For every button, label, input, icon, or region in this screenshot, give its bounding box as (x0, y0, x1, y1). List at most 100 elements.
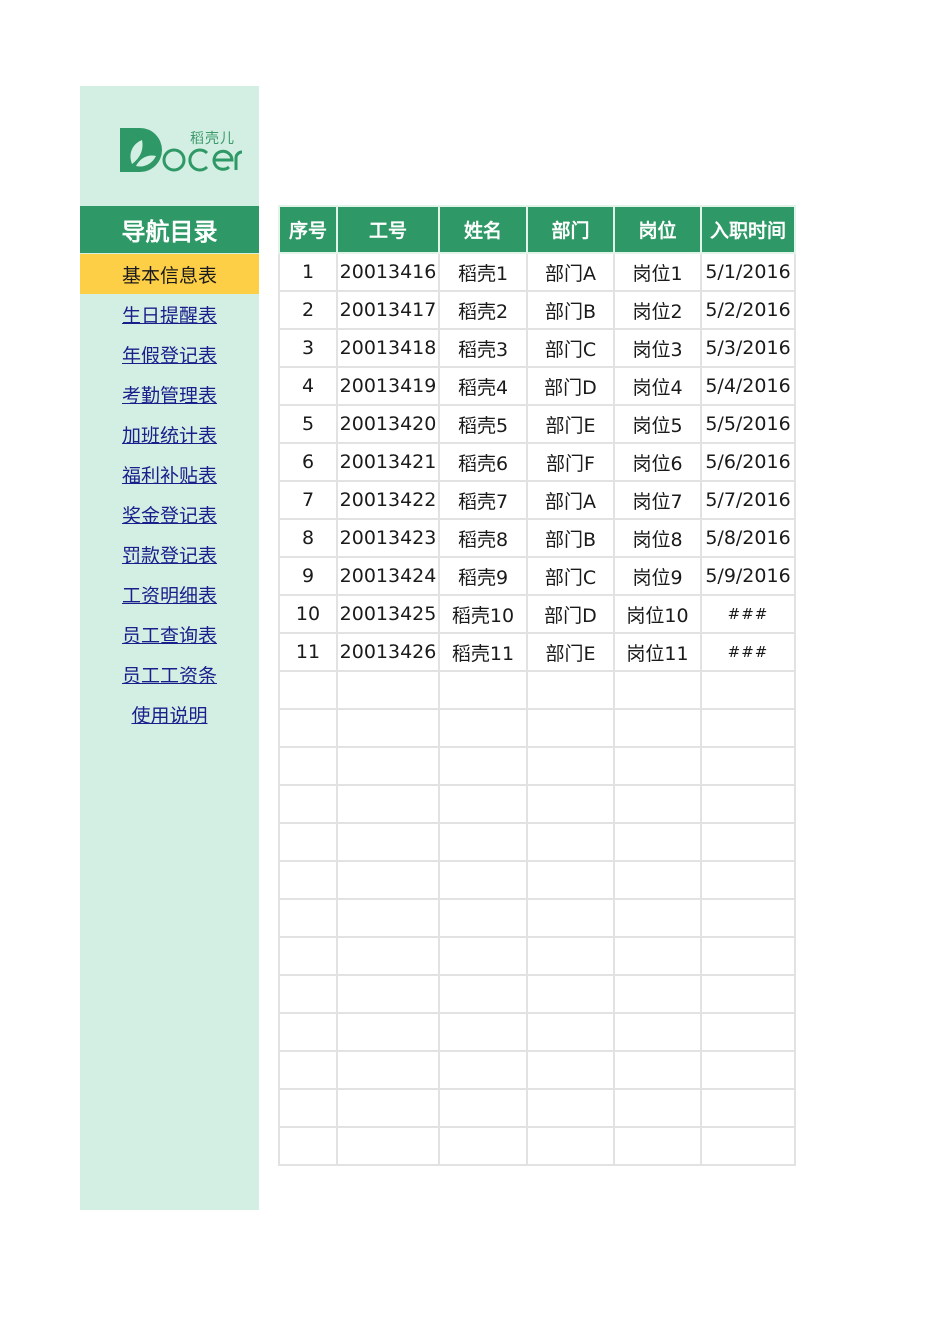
position-cell[interactable]: 岗位2 (613, 290, 702, 330)
empty-cell[interactable] (526, 898, 615, 938)
name-cell[interactable]: 稻壳6 (438, 442, 528, 482)
department-cell[interactable]: 部门B (526, 518, 615, 558)
empty-cell[interactable] (700, 974, 796, 1014)
empty-cell[interactable] (613, 1088, 702, 1128)
empty-cell[interactable] (438, 708, 528, 748)
empty-cell[interactable] (700, 898, 796, 938)
header-index[interactable]: 序号 (278, 205, 338, 254)
hire-date-cell[interactable]: 5/3/2016 (700, 328, 796, 368)
department-cell[interactable]: 部门C (526, 328, 615, 368)
name-cell[interactable]: 稻壳1 (438, 252, 528, 292)
empty-cell[interactable] (700, 708, 796, 748)
empty-cell[interactable] (336, 1088, 440, 1128)
empty-cell[interactable] (613, 1126, 702, 1166)
index-cell[interactable]: 9 (278, 556, 338, 596)
empty-cell[interactable] (526, 1012, 615, 1052)
empty-cell[interactable] (700, 860, 796, 900)
hire-date-cell[interactable]: 5/5/2016 (700, 404, 796, 444)
position-cell[interactable]: 岗位8 (613, 518, 702, 558)
name-cell[interactable]: 稻壳4 (438, 366, 528, 406)
department-cell[interactable]: 部门C (526, 556, 615, 596)
department-cell[interactable]: 部门B (526, 290, 615, 330)
hire-date-cell[interactable]: 5/6/2016 (700, 442, 796, 482)
empty-cell[interactable] (278, 822, 338, 862)
header-employee-id[interactable]: 工号 (336, 205, 440, 254)
nav-item-welfare-subsidy[interactable]: 福利补贴表 (80, 454, 259, 494)
index-cell[interactable]: 6 (278, 442, 338, 482)
nav-item-bonus[interactable]: 奖金登记表 (80, 494, 259, 534)
empty-cell[interactable] (278, 670, 338, 710)
empty-cell[interactable] (438, 974, 528, 1014)
empty-cell[interactable] (278, 860, 338, 900)
empty-cell[interactable] (700, 822, 796, 862)
employee-id-cell[interactable]: 20013416 (336, 252, 440, 292)
empty-cell[interactable] (278, 974, 338, 1014)
employee-id-cell[interactable]: 20013422 (336, 480, 440, 520)
empty-cell[interactable] (613, 974, 702, 1014)
department-cell[interactable]: 部门D (526, 366, 615, 406)
empty-cell[interactable] (526, 708, 615, 748)
empty-cell[interactable] (336, 746, 440, 786)
department-cell[interactable]: 部门E (526, 632, 615, 672)
employee-id-cell[interactable]: 20013425 (336, 594, 440, 634)
empty-cell[interactable] (700, 670, 796, 710)
empty-cell[interactable] (700, 1088, 796, 1128)
name-cell[interactable]: 稻壳10 (438, 594, 528, 634)
index-cell[interactable]: 5 (278, 404, 338, 444)
empty-cell[interactable] (526, 784, 615, 824)
empty-cell[interactable] (438, 1012, 528, 1052)
empty-cell[interactable] (278, 1012, 338, 1052)
empty-cell[interactable] (438, 1050, 528, 1090)
empty-cell[interactable] (526, 974, 615, 1014)
empty-cell[interactable] (613, 936, 702, 976)
position-cell[interactable]: 岗位5 (613, 404, 702, 444)
employee-id-cell[interactable]: 20013423 (336, 518, 440, 558)
employee-id-cell[interactable]: 20013418 (336, 328, 440, 368)
empty-cell[interactable] (700, 784, 796, 824)
empty-cell[interactable] (336, 784, 440, 824)
nav-item-overtime[interactable]: 加班统计表 (80, 414, 259, 454)
nav-item-salary-detail[interactable]: 工资明细表 (80, 574, 259, 614)
empty-cell[interactable] (613, 708, 702, 748)
empty-cell[interactable] (526, 1088, 615, 1128)
empty-cell[interactable] (438, 746, 528, 786)
empty-cell[interactable] (526, 670, 615, 710)
employee-id-cell[interactable]: 20013424 (336, 556, 440, 596)
name-cell[interactable]: 稻壳9 (438, 556, 528, 596)
hire-date-cell[interactable]: 5/9/2016 (700, 556, 796, 596)
name-cell[interactable]: 稻壳5 (438, 404, 528, 444)
nav-item-attendance[interactable]: 考勤管理表 (80, 374, 259, 414)
index-cell[interactable]: 11 (278, 632, 338, 672)
index-cell[interactable]: 3 (278, 328, 338, 368)
empty-cell[interactable] (613, 746, 702, 786)
empty-cell[interactable] (336, 974, 440, 1014)
nav-item-birthday-reminder[interactable]: 生日提醒表 (80, 294, 259, 334)
index-cell[interactable]: 7 (278, 480, 338, 520)
empty-cell[interactable] (278, 1050, 338, 1090)
name-cell[interactable]: 稻壳3 (438, 328, 528, 368)
empty-cell[interactable] (613, 898, 702, 938)
empty-cell[interactable] (336, 708, 440, 748)
employee-id-cell[interactable]: 20013419 (336, 366, 440, 406)
name-cell[interactable]: 稻壳11 (438, 632, 528, 672)
empty-cell[interactable] (526, 1126, 615, 1166)
empty-cell[interactable] (336, 860, 440, 900)
header-hire-date[interactable]: 入职时间 (700, 205, 796, 254)
department-cell[interactable]: 部门F (526, 442, 615, 482)
empty-cell[interactable] (438, 822, 528, 862)
empty-cell[interactable] (278, 708, 338, 748)
hire-date-cell[interactable]: 5/1/2016 (700, 252, 796, 292)
employee-id-cell[interactable]: 20013420 (336, 404, 440, 444)
empty-cell[interactable] (278, 1088, 338, 1128)
empty-cell[interactable] (526, 936, 615, 976)
index-cell[interactable]: 10 (278, 594, 338, 634)
position-cell[interactable]: 岗位3 (613, 328, 702, 368)
hire-date-cell[interactable]: ### (700, 594, 796, 634)
department-cell[interactable]: 部门A (526, 480, 615, 520)
empty-cell[interactable] (438, 1088, 528, 1128)
department-cell[interactable]: 部门D (526, 594, 615, 634)
empty-cell[interactable] (278, 936, 338, 976)
empty-cell[interactable] (438, 898, 528, 938)
nav-item-instructions[interactable]: 使用说明 (80, 694, 259, 734)
empty-cell[interactable] (438, 936, 528, 976)
